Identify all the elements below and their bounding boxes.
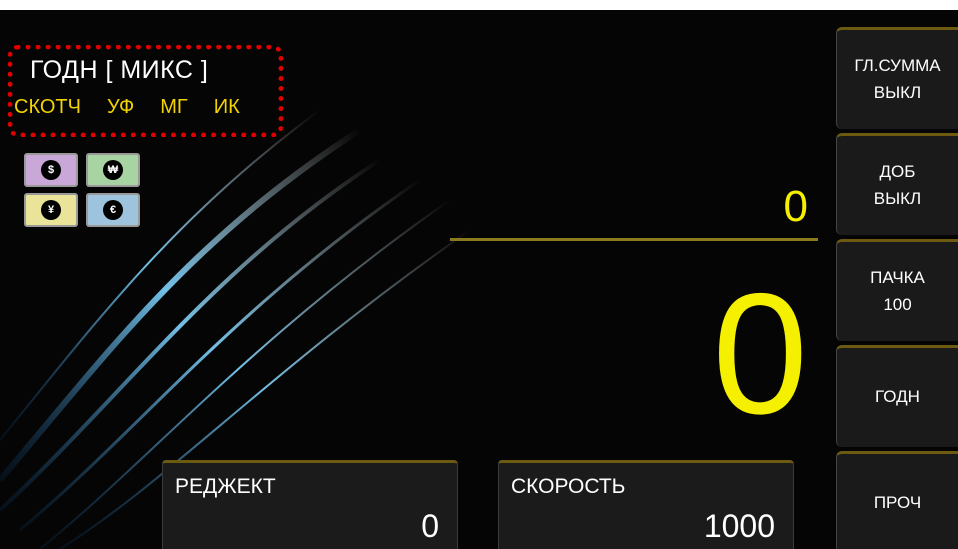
dollar-icon: $ — [41, 160, 61, 180]
flag-ir: ИК — [213, 96, 240, 118]
other-label: ПРОЧ — [873, 493, 922, 513]
currency-jpy[interactable]: ¥ — [24, 193, 78, 227]
euro-icon: € — [103, 200, 123, 220]
add-state: ВЫКЛ — [873, 188, 922, 208]
add-label: ДОБ — [879, 162, 916, 182]
currency-grid: $ ₩ ¥ € — [24, 153, 142, 227]
total-sum-button[interactable]: ГЛ.СУММА ВЫКЛ — [836, 27, 958, 129]
speed-panel[interactable]: СКОРОСТЬ 1000 — [498, 460, 794, 549]
total-sum-state: ВЫКЛ — [873, 82, 922, 102]
counter-screen: ГОДН [ МИКС ] СКОТЧ УФ МГ ИК $ ₩ ¥ € 0 0… — [0, 10, 958, 549]
reject-value: 0 — [421, 508, 439, 544]
flag-tape: СКОТЧ — [14, 96, 81, 118]
mode-title: ГОДН [ МИКС ] — [30, 56, 209, 84]
add-button[interactable]: ДОБ ВЫКЛ — [836, 133, 958, 235]
currency-usd[interactable]: $ — [24, 153, 78, 187]
speed-value: 1000 — [703, 508, 775, 544]
detection-flags: СКОТЧ УФ МГ ИК — [14, 96, 240, 119]
other-button[interactable]: ПРОЧ — [836, 451, 958, 549]
flag-mg: МГ — [160, 96, 188, 118]
batch-label: ПАЧКА — [870, 268, 925, 288]
won-icon: ₩ — [103, 160, 123, 180]
total-sum-label: ГЛ.СУММА — [854, 56, 941, 76]
speed-label: СКОРОСТЬ — [511, 475, 626, 498]
batch-button[interactable]: ПАЧКА 100 — [836, 239, 958, 341]
yen-icon: ¥ — [41, 200, 61, 220]
count-divider — [450, 238, 818, 241]
reject-label: РЕДЖЕКТ — [175, 475, 276, 498]
reject-panel[interactable]: РЕДЖЕКТ 0 — [162, 460, 458, 549]
fit-label: ГОДН — [875, 387, 920, 407]
fit-button[interactable]: ГОДН — [836, 345, 958, 447]
currency-krw[interactable]: ₩ — [86, 153, 140, 187]
current-count: 0 — [712, 258, 808, 450]
batch-value: 100 — [883, 294, 912, 314]
total-count: 0 — [783, 182, 808, 231]
currency-eur[interactable]: € — [86, 193, 140, 227]
flag-uv: УФ — [106, 96, 135, 118]
